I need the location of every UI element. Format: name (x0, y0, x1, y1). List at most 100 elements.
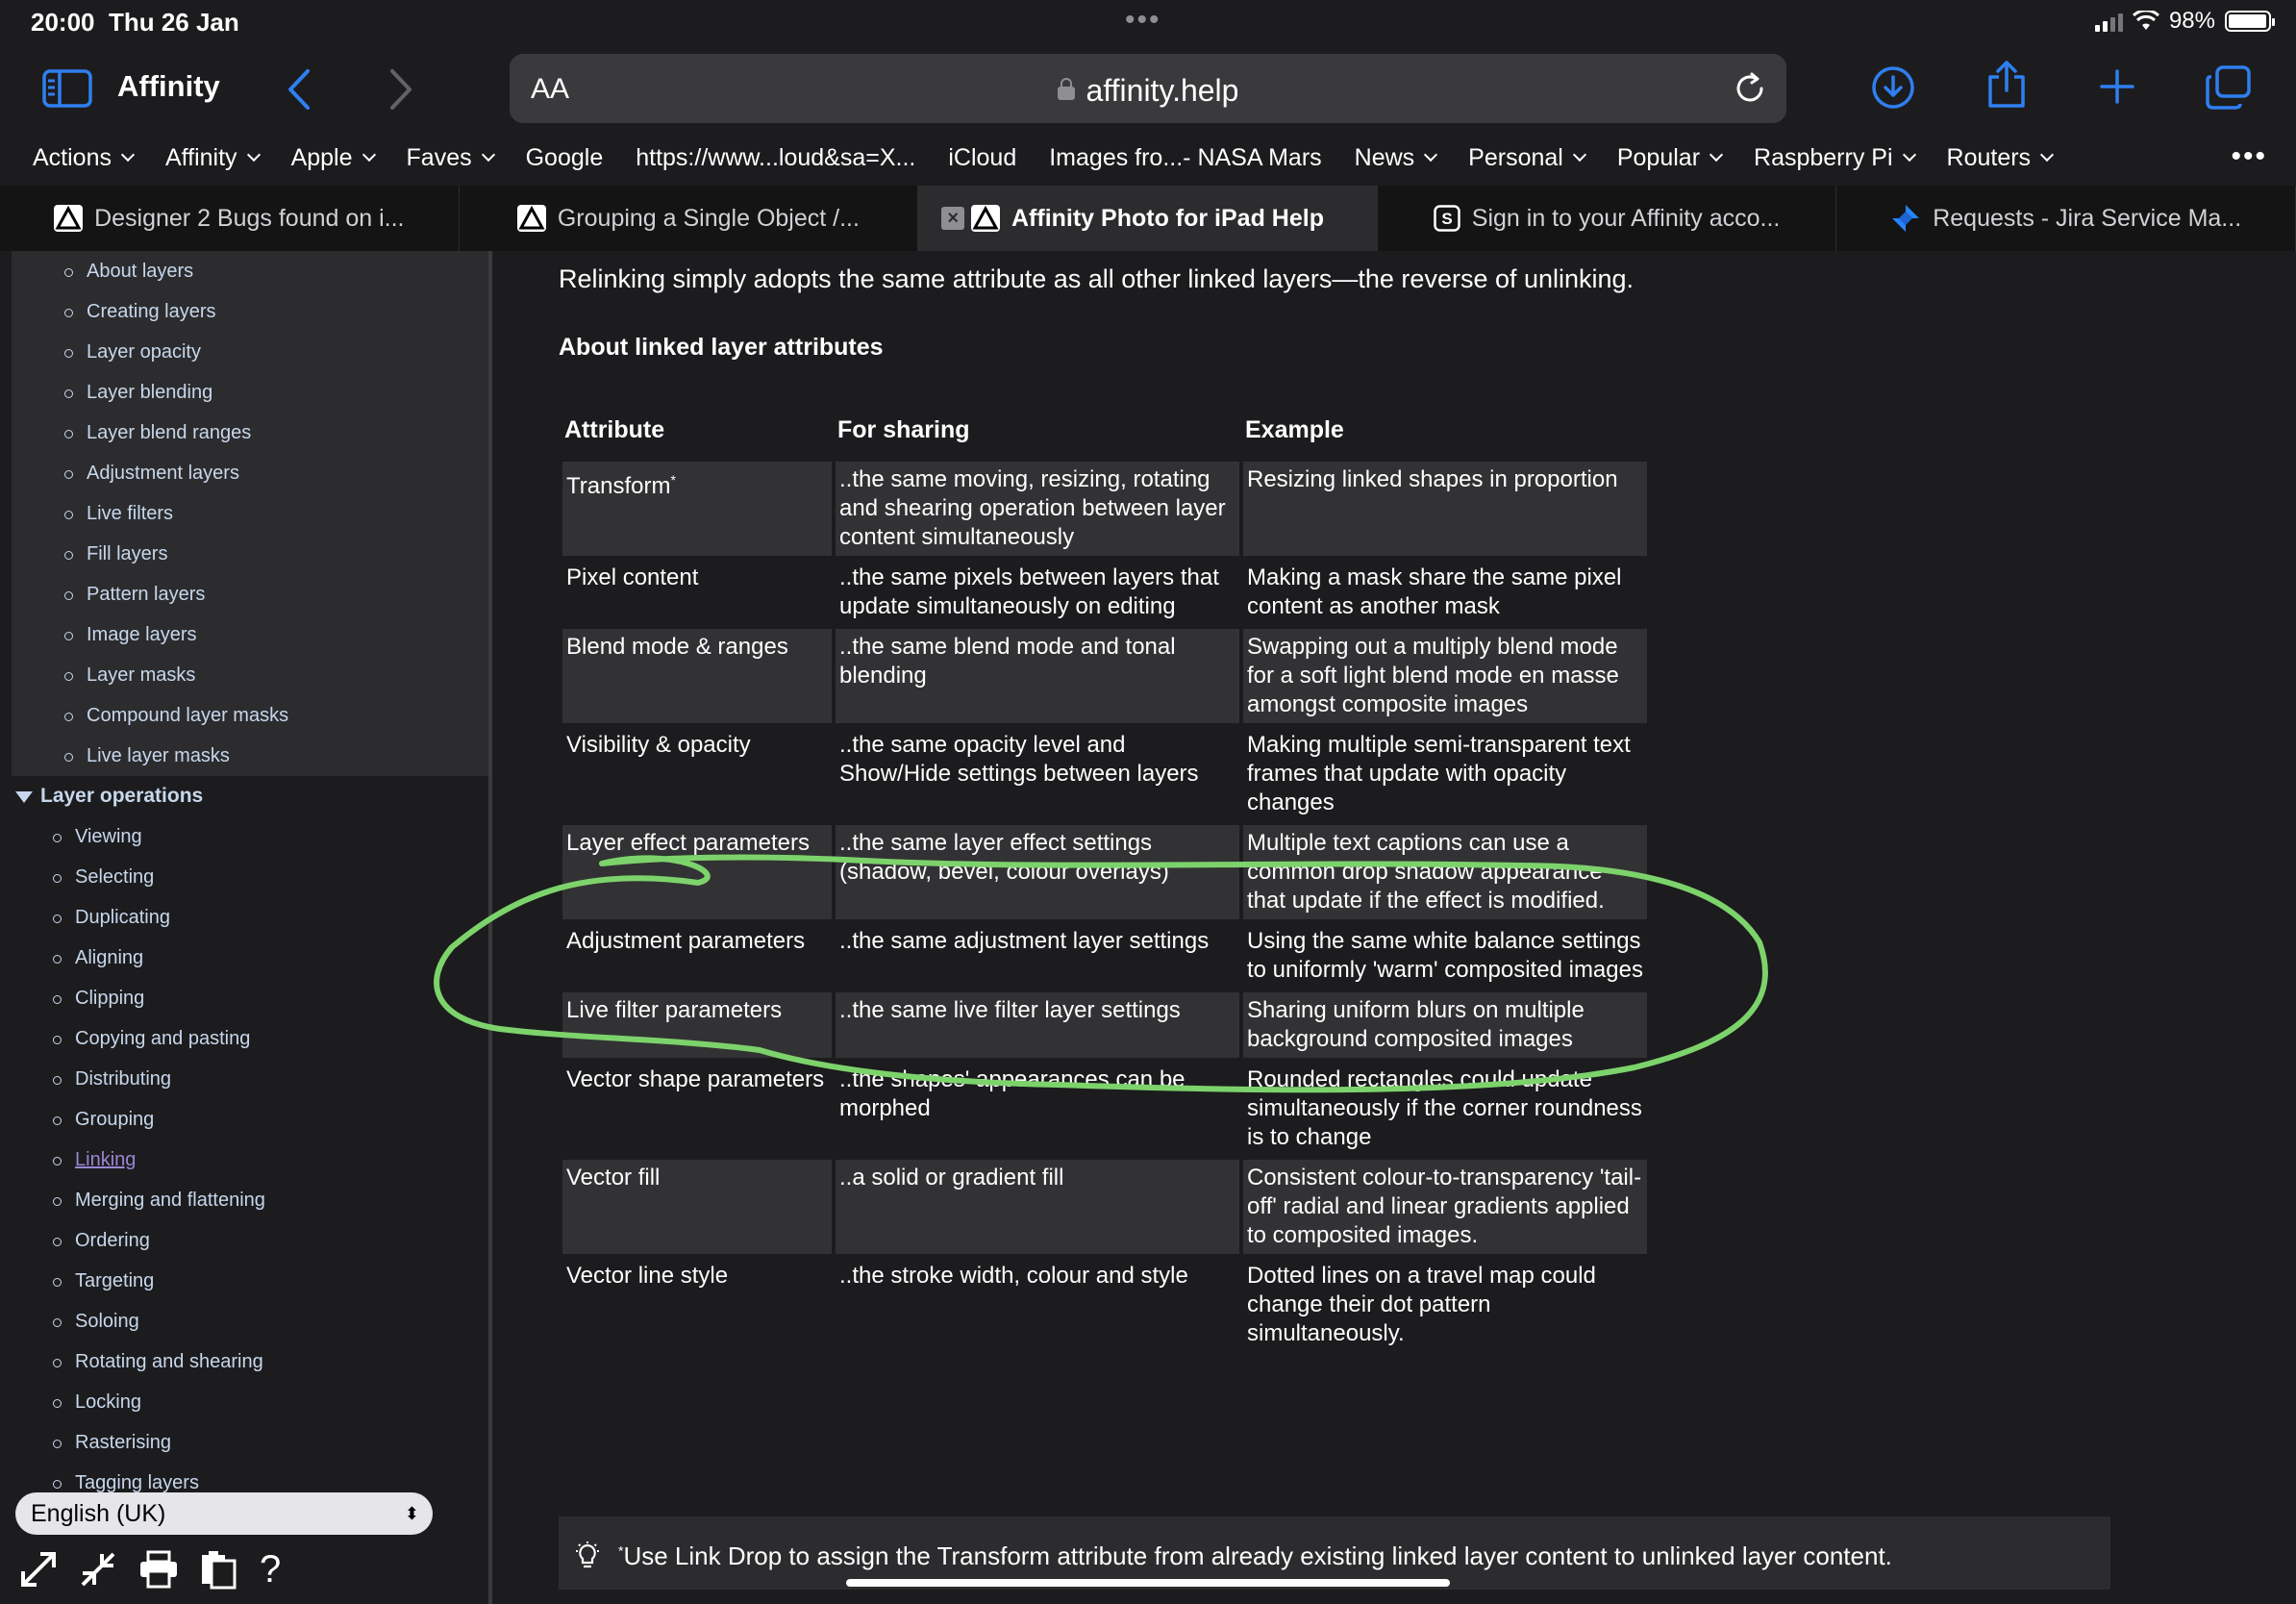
toc-item[interactable]: Duplicating (0, 897, 488, 938)
toc-item[interactable]: Selecting (0, 857, 488, 897)
cell-sharing: ..the same pixels between layers that up… (839, 564, 1219, 619)
favorite-item[interactable]: Faves (407, 144, 495, 172)
copy-icon[interactable] (200, 1549, 238, 1590)
browser-tab[interactable]: S Sign in to your Affinity acco... (1378, 186, 1837, 251)
favorite-item[interactable]: Raspberry Pi (1754, 144, 1916, 172)
chevron-down-icon (1709, 147, 1724, 163)
multitasking-dots-icon[interactable]: ••• (1125, 4, 1161, 37)
favorite-item[interactable]: Affinity (165, 144, 261, 172)
favorite-item[interactable]: News (1355, 144, 1438, 172)
new-tab-icon[interactable] (2098, 67, 2136, 106)
sidebar-toggle-icon[interactable] (42, 69, 92, 108)
cell-example: Consistent colour-to-transparency 'tail-… (1243, 1160, 1647, 1254)
chevron-down-icon (1572, 147, 1586, 163)
toc-item[interactable]: Rotating and shearing (0, 1341, 488, 1382)
browser-tab[interactable]: Requests - Jira Service Ma... (1836, 186, 2296, 251)
tab-overview-icon[interactable] (2206, 65, 2252, 110)
more-icon[interactable]: ••• (2231, 140, 2267, 173)
favorite-item[interactable]: Routers (1947, 144, 2055, 172)
favorite-item[interactable]: Popular (1617, 144, 1724, 172)
browser-tab[interactable]: × Affinity Photo for iPad Help (918, 186, 1378, 251)
tab-close-icon[interactable]: × (941, 207, 965, 230)
table-row: Live filter parameters ..the same live fi… (562, 992, 1647, 1058)
toc-item[interactable]: Live filters (12, 493, 488, 534)
toc-item[interactable]: Rasterising (0, 1422, 488, 1463)
toc-item[interactable]: Layer blend ranges (12, 413, 488, 453)
toc-item[interactable]: Soloing (0, 1301, 488, 1341)
cell-example: Swapping out a multiply blend mode for a… (1243, 629, 1647, 723)
toc-item[interactable]: Compound layer masks (12, 695, 488, 736)
print-icon[interactable] (138, 1550, 179, 1589)
favorite-item[interactable]: Apple (291, 144, 376, 172)
toc-item[interactable]: Layer blending (12, 372, 488, 413)
toc-item[interactable]: Pattern layers (12, 574, 488, 614)
toc-item[interactable]: Linking (0, 1140, 488, 1180)
cell-example: Making a mask share the same pixel conte… (1247, 564, 1622, 619)
cell-sharing: ..the same blend mode and tonal blending (836, 629, 1239, 723)
share-icon[interactable] (1986, 60, 2027, 110)
cell-example: Resizing linked shapes in proportion (1243, 462, 1647, 556)
cell-attribute: Vector line style (566, 1263, 729, 1289)
url-field[interactable]: affinity.help (510, 73, 1786, 109)
toc-item[interactable]: Copying and pasting (0, 1018, 488, 1059)
cell-example: Making multiple semi-transparent text fr… (1247, 732, 1631, 815)
favorite-item[interactable]: iCloud (948, 144, 1016, 172)
favorite-item[interactable]: Personal (1468, 144, 1586, 172)
browser-tab[interactable]: Designer 2 Bugs found on i... (0, 186, 460, 251)
table-row: Visibility & opacity ..the same opacity l… (562, 727, 1647, 821)
toc-item[interactable]: Fill layers (12, 534, 488, 574)
reload-icon[interactable] (1733, 71, 1767, 106)
toc-item[interactable]: Ordering (0, 1220, 488, 1261)
s-icon: S (1434, 205, 1460, 232)
cell-example: Sharing uniform blurs on multiple backgr… (1243, 992, 1647, 1058)
lock-icon (1057, 77, 1075, 100)
toc-item[interactable]: About layers (12, 251, 488, 291)
favorite-item[interactable]: Images fro...- NASA Mars (1049, 144, 1321, 172)
back-icon[interactable] (285, 67, 313, 112)
toc-item[interactable]: Locking (0, 1382, 488, 1422)
toc-item[interactable]: Merging and flattening (0, 1180, 488, 1220)
chevron-down-icon (2039, 147, 2055, 163)
expand-icon[interactable] (19, 1550, 58, 1589)
cell-sharing: ..the same live filter layer settings (836, 992, 1239, 1058)
cell-attribute: Vector fill (562, 1160, 832, 1254)
tab-label: Requests - Jira Service Ma... (1933, 204, 2242, 232)
forward-icon[interactable] (387, 67, 415, 112)
chevron-down-icon (246, 147, 261, 163)
toc-section-layer-operations[interactable]: Layer operations (0, 776, 488, 816)
toc-item[interactable]: Distributing (0, 1059, 488, 1099)
toc-item[interactable]: Aligning (0, 938, 488, 978)
address-bar[interactable]: AA affinity.help (510, 54, 1786, 123)
toc-item[interactable]: Layer masks (12, 655, 488, 695)
browser-tab[interactable]: Grouping a Single Object /... (460, 186, 919, 251)
favorite-item[interactable]: https://www...loud&sa=X... (636, 144, 915, 172)
cell-sharing: ..the shapes' appearances can be morphed (839, 1066, 1185, 1121)
affinity-icon (516, 205, 546, 232)
toc-item[interactable]: Image layers (12, 614, 488, 655)
toc-item[interactable]: Adjustment layers (12, 453, 488, 493)
cell-example: Dotted lines on a travel map could chang… (1247, 1263, 1596, 1346)
column-header-sharing: For sharing (837, 416, 970, 443)
toc-layers-list: About layers Creating layers Layer opacity… (12, 251, 488, 776)
favorite-item[interactable]: Google (526, 144, 604, 172)
help-icon[interactable]: ? (260, 1548, 281, 1591)
toc-item[interactable]: Targeting (0, 1261, 488, 1301)
toc-item[interactable]: Live layer masks (12, 736, 488, 776)
table-row: Adjustment parameters ..the same adjustme… (562, 923, 1647, 989)
chevron-down-icon (120, 147, 136, 163)
collapse-icon[interactable] (79, 1550, 117, 1589)
toc-item[interactable]: Grouping (0, 1099, 488, 1140)
toc-operations-list: Viewing Selecting Duplicating Aligning Clipp… (0, 816, 488, 1503)
select-arrows-icon: ⬍ (404, 1504, 419, 1523)
tab-label: Grouping a Single Object /... (557, 204, 860, 232)
column-header-example: Example (1245, 416, 1344, 443)
toc-item[interactable]: Creating layers (12, 291, 488, 332)
toc-item[interactable]: Clipping (0, 978, 488, 1018)
favorite-item[interactable]: Actions (33, 144, 136, 172)
cell-sharing: ..the stroke width, colour and style (839, 1263, 1188, 1289)
downloads-icon[interactable] (1871, 65, 1915, 110)
language-select[interactable]: English (UK) ⬍ (15, 1492, 433, 1535)
toc-item[interactable]: Layer opacity (12, 332, 488, 372)
table-row: Layer effect parameters ..the same layer … (562, 825, 1647, 919)
toc-item[interactable]: Viewing (0, 816, 488, 857)
